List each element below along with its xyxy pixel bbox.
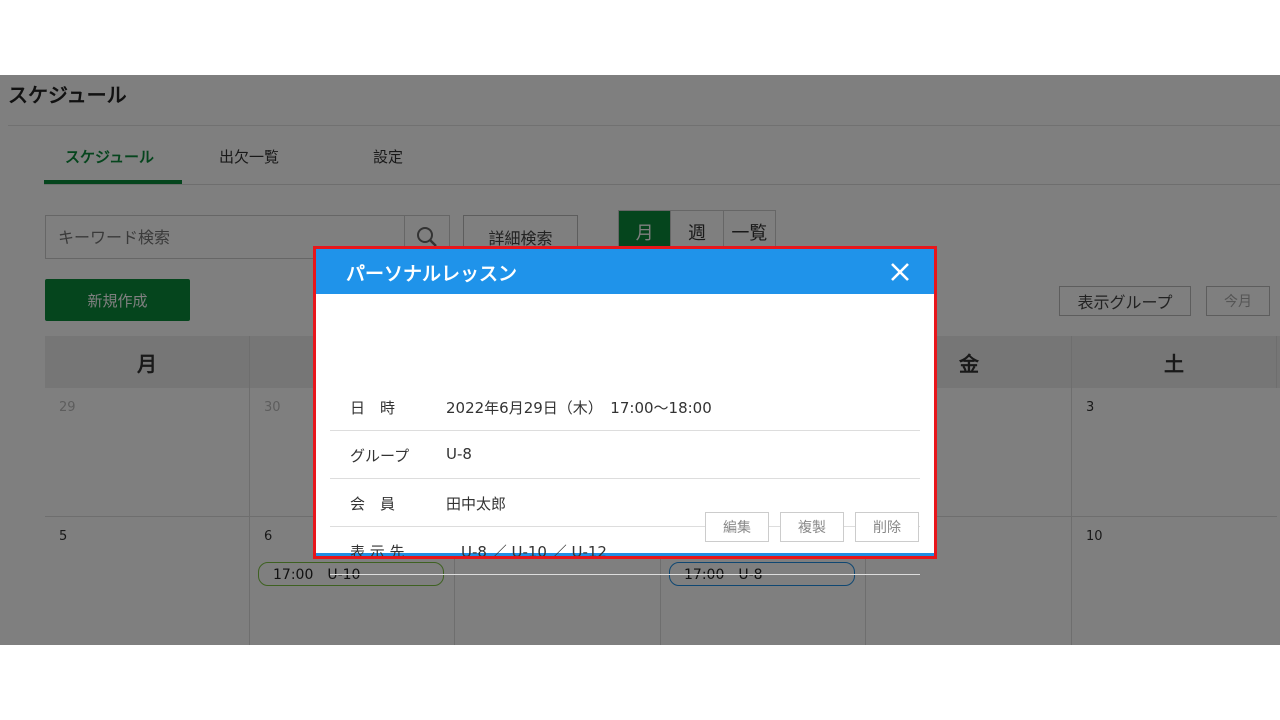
highlight-frame <box>313 246 937 559</box>
app-screen: スケジュール スケジュール 出欠一覧 設定 詳細検索 月 週 一覧 新規作成 表… <box>0 75 1280 645</box>
